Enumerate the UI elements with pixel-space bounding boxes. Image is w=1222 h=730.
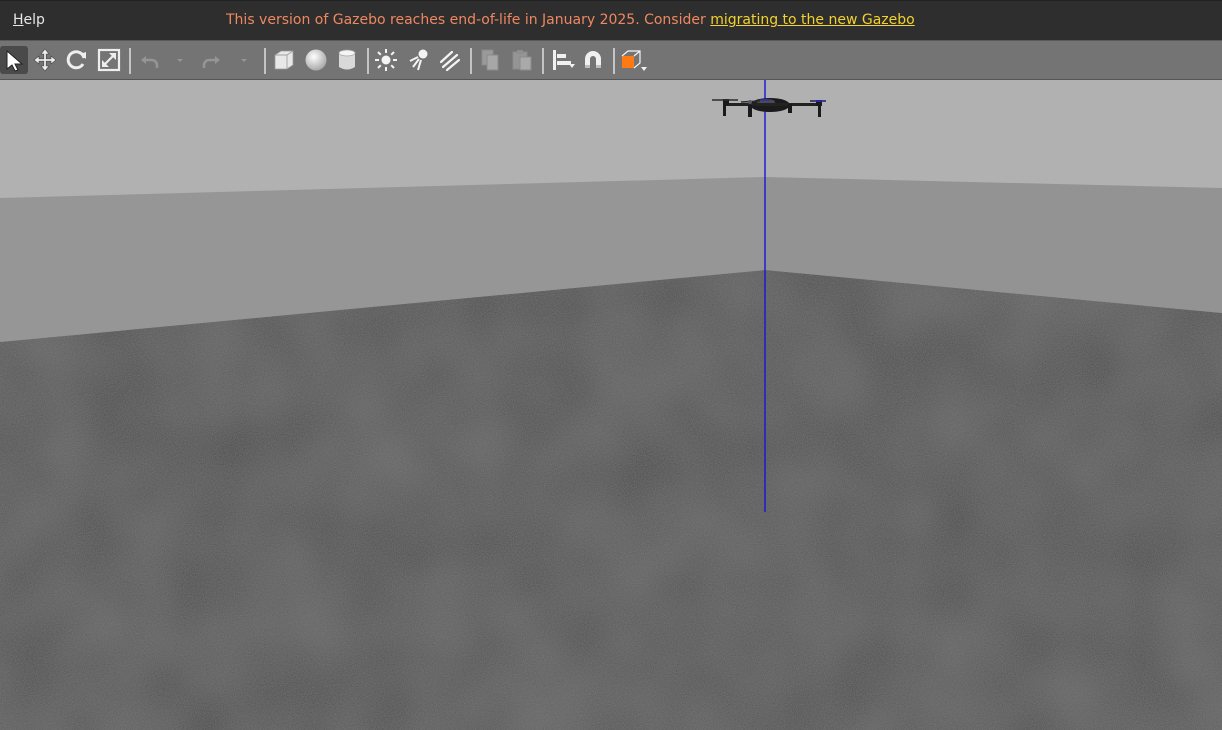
cylinder-icon (338, 49, 356, 70)
point-light-button[interactable] (372, 46, 400, 74)
scale-icon (97, 48, 121, 72)
sphere-icon (305, 49, 327, 71)
scene-viewport[interactable] (0, 80, 1222, 730)
undo-icon (141, 56, 159, 68)
migrate-link[interactable]: migrating to the new Gazebo (710, 12, 915, 28)
ground-plane (0, 270, 1222, 730)
eol-banner-text: This version of Gazebo reaches end-of-li… (226, 12, 711, 28)
sun-icon (375, 49, 397, 71)
cylinder-button[interactable] (333, 46, 361, 74)
move-arrows-icon (33, 48, 57, 72)
arrow-pointer-icon (6, 49, 24, 72)
spotlight-icon (409, 49, 428, 71)
undo-button[interactable] (135, 46, 163, 74)
toolbar-separator (613, 48, 615, 74)
toolbar-separator (470, 48, 472, 74)
menu-help[interactable]: Help (13, 12, 45, 28)
snap-button[interactable] (579, 46, 607, 74)
select-mode-button[interactable] (0, 46, 28, 74)
magnet-icon (585, 51, 601, 68)
menu-bar: Help This version of Gazebo reaches end-… (0, 0, 1222, 40)
toolbar-separator (129, 48, 131, 74)
paste-button[interactable] (508, 46, 536, 74)
spot-light-button[interactable] (404, 46, 432, 74)
sphere-button[interactable] (302, 46, 330, 74)
align-dropdown-icon (569, 64, 575, 68)
toolbar (0, 40, 1222, 80)
help-mnemonic: H (13, 12, 24, 28)
scene-render (0, 80, 1222, 730)
box-icon (274, 50, 294, 70)
toolbar-separator (264, 48, 266, 74)
view-angle-button[interactable] (618, 46, 647, 74)
toolbar-separator (367, 48, 369, 74)
copy-icon (481, 49, 499, 71)
copy-button[interactable] (476, 46, 504, 74)
directional-light-button[interactable] (436, 46, 464, 74)
eol-banner: This version of Gazebo reaches end-of-li… (226, 12, 915, 28)
view-angle-dropdown-icon (641, 67, 647, 71)
directional-light-icon (439, 50, 461, 72)
toolbar-separator (542, 48, 544, 74)
rotate-mode-button[interactable] (63, 46, 91, 74)
redo-dropdown-icon[interactable] (239, 55, 249, 65)
rotate-icon (66, 50, 86, 70)
help-label-rest: elp (23, 12, 45, 28)
scale-mode-button[interactable] (95, 46, 123, 74)
translate-mode-button[interactable] (31, 46, 59, 74)
redo-button[interactable] (198, 46, 226, 74)
redo-icon (202, 56, 220, 68)
undo-dropdown-icon[interactable] (175, 55, 185, 65)
box-button[interactable] (270, 46, 298, 74)
paste-icon (512, 50, 532, 71)
align-button[interactable] (548, 46, 576, 74)
